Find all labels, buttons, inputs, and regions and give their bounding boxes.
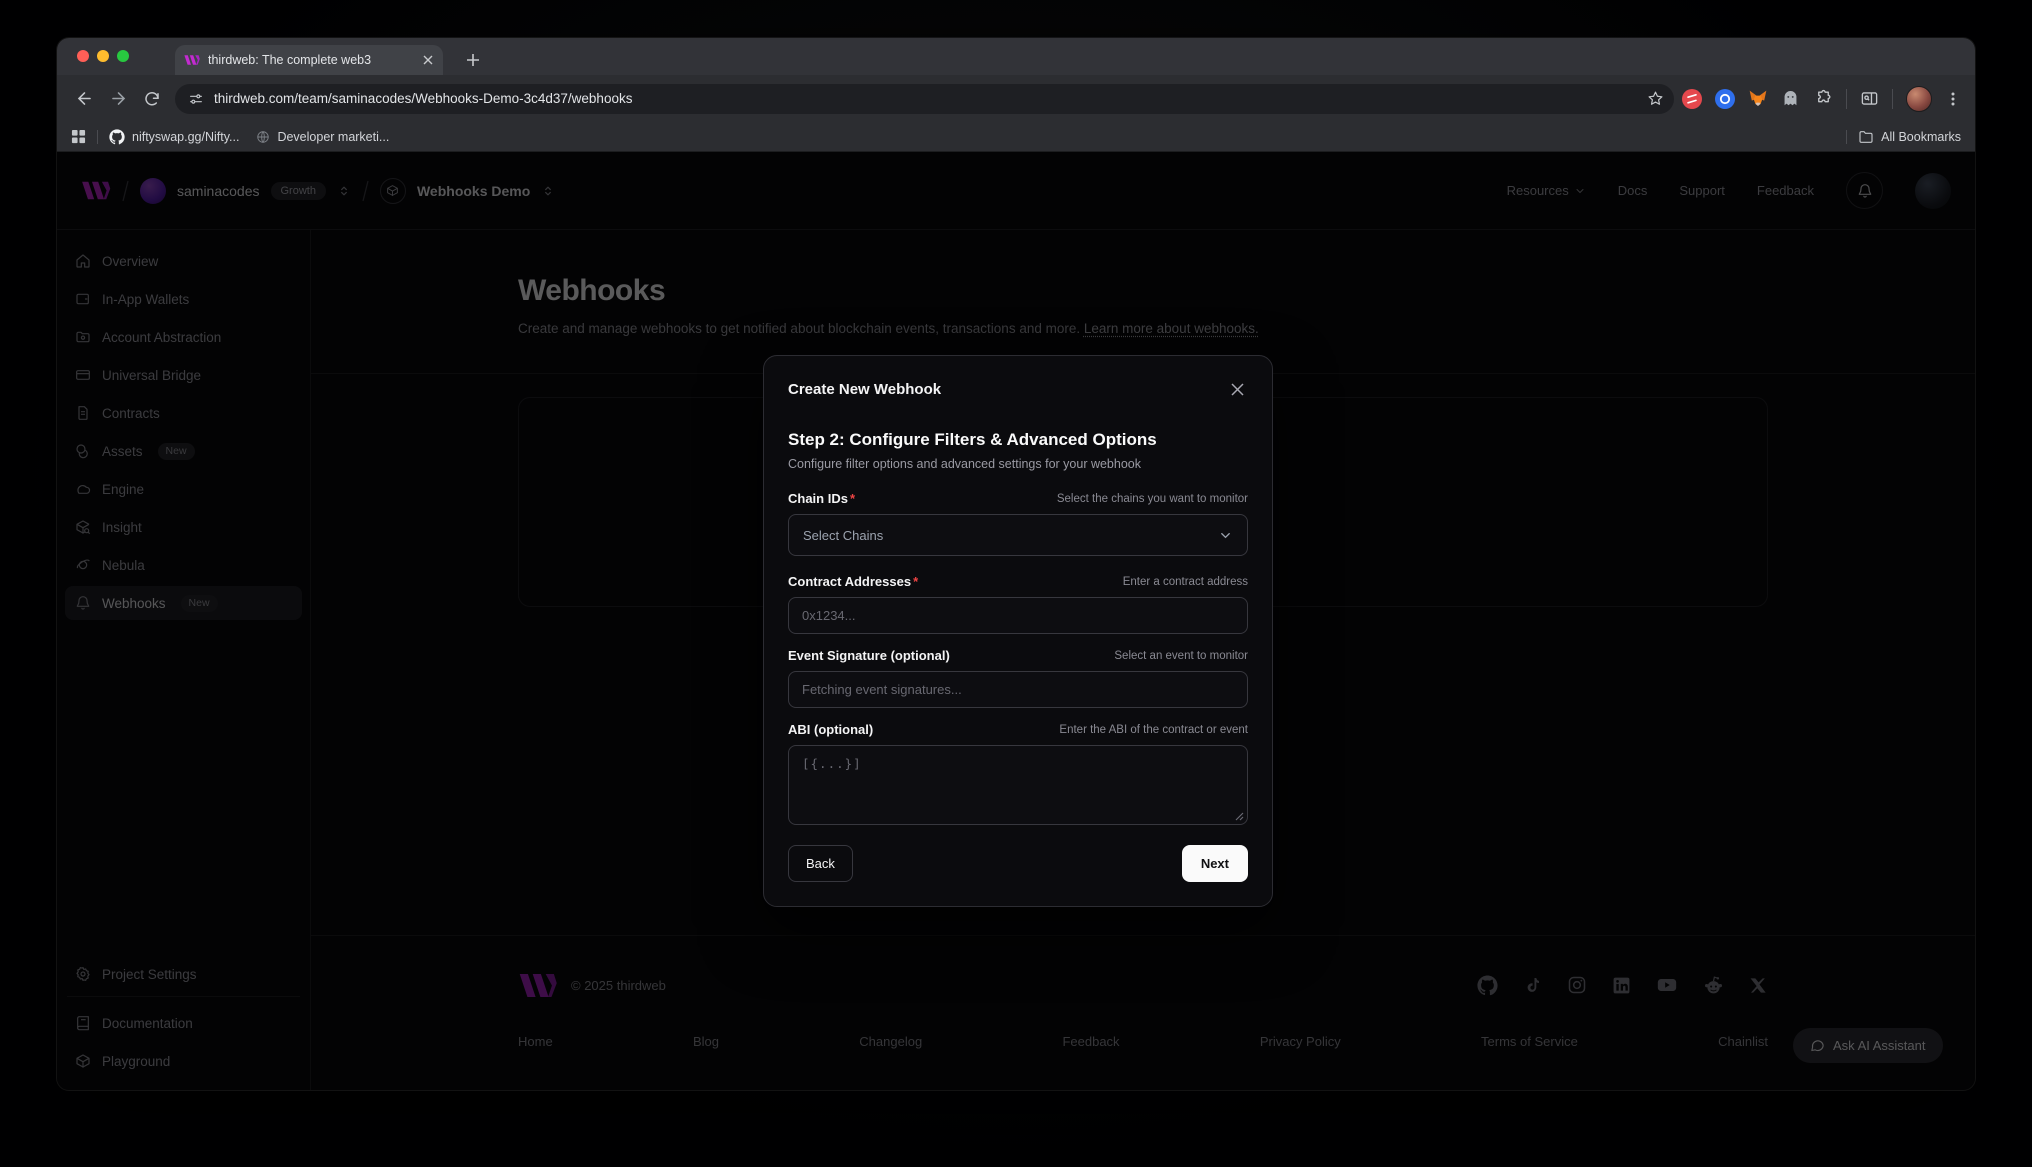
close-icon[interactable] xyxy=(1226,378,1248,400)
required-marker: * xyxy=(850,491,855,506)
browser-menu-icon[interactable] xyxy=(1945,91,1961,107)
abi-label: ABI (optional) xyxy=(788,722,873,737)
required-marker: * xyxy=(913,574,918,589)
github-icon xyxy=(109,129,125,145)
ghost-wallet-icon[interactable] xyxy=(1781,89,1801,109)
browser-toolbar: thirdweb.com/team/saminacodes/Webhooks-D… xyxy=(57,75,1975,122)
contract-addresses-hint: Enter a contract address xyxy=(1123,576,1248,588)
step-title: Step 2: Configure Filters & Advanced Opt… xyxy=(788,430,1248,450)
thirdweb-favicon-icon xyxy=(184,52,200,68)
page-viewport: saminacodes Growth Webhooks Demo Re xyxy=(57,152,1975,1090)
create-webhook-modal: Create New Webhook Step 2: Configure Fil… xyxy=(763,355,1273,907)
event-signature-hint: Select an event to monitor xyxy=(1114,650,1248,662)
extensions-puzzle-icon[interactable] xyxy=(1814,89,1833,108)
new-tab-button[interactable] xyxy=(459,46,487,74)
select-chains-dropdown[interactable]: Select Chains xyxy=(788,514,1248,556)
bookmarks-bar: niftyswap.gg/Nifty... Developer marketi.… xyxy=(57,122,1975,152)
folder-icon xyxy=(1858,129,1874,145)
extensions-area xyxy=(1682,86,1965,112)
chain-ids-label: Chain IDs* xyxy=(788,491,855,506)
next-button[interactable]: Next xyxy=(1182,845,1248,882)
resize-grip-icon[interactable] xyxy=(1235,812,1244,821)
all-bookmarks-label: All Bookmarks xyxy=(1881,130,1961,144)
bookmarks-divider xyxy=(1846,130,1847,144)
tab-title: thirdweb: The complete web3 xyxy=(208,53,414,67)
chain-ids-hint: Select the chains you want to monitor xyxy=(1057,493,1248,505)
browser-window: thirdweb: The complete web3 thirdweb.com… xyxy=(57,38,1975,1090)
side-panel-icon[interactable] xyxy=(1860,89,1879,108)
bookmark-label: niftyswap.gg/Nifty... xyxy=(132,130,239,144)
extension-red-icon[interactable] xyxy=(1682,89,1702,109)
abi-hint: Enter the ABI of the contract or event xyxy=(1059,724,1248,736)
contract-addresses-input[interactable] xyxy=(788,597,1248,634)
globe-icon xyxy=(256,130,270,144)
close-window-button[interactable] xyxy=(77,50,89,62)
traffic-lights xyxy=(77,50,129,62)
apps-grid-icon[interactable] xyxy=(71,129,86,144)
modal-title: Create New Webhook xyxy=(788,381,941,398)
url-text[interactable]: thirdweb.com/team/saminacodes/Webhooks-D… xyxy=(214,91,1632,106)
abi-textarea[interactable] xyxy=(788,745,1248,825)
toolbar-divider xyxy=(1892,89,1893,109)
bookmark-item[interactable]: niftyswap.gg/Nifty... xyxy=(109,129,239,145)
bookmarks-divider xyxy=(97,130,98,144)
metamask-icon[interactable] xyxy=(1748,89,1768,109)
toolbar-divider xyxy=(1846,89,1847,109)
bookmark-label: Developer marketi... xyxy=(277,130,389,144)
site-controls-icon[interactable] xyxy=(188,91,204,107)
event-signature-label: Event Signature (optional) xyxy=(788,648,950,663)
chevron-down-icon xyxy=(1218,528,1233,543)
back-button[interactable] xyxy=(67,82,101,116)
extension-blue-icon[interactable] xyxy=(1715,89,1735,109)
url-bar[interactable]: thirdweb.com/team/saminacodes/Webhooks-D… xyxy=(175,84,1674,114)
browser-profile-avatar[interactable] xyxy=(1906,86,1932,112)
bookmark-item[interactable]: Developer marketi... xyxy=(256,130,389,144)
zoom-window-button[interactable] xyxy=(117,50,129,62)
tab-close-icon[interactable] xyxy=(422,54,434,66)
forward-button[interactable] xyxy=(101,82,135,116)
step-subtitle: Configure filter options and advanced se… xyxy=(788,457,1248,471)
minimize-window-button[interactable] xyxy=(97,50,109,62)
bookmark-star-icon[interactable] xyxy=(1642,86,1668,112)
back-button[interactable]: Back xyxy=(788,845,853,882)
reload-button[interactable] xyxy=(135,82,169,116)
all-bookmarks-button[interactable]: All Bookmarks xyxy=(1858,129,1961,145)
contract-addresses-label: Contract Addresses* xyxy=(788,574,918,589)
browser-tab[interactable]: thirdweb: The complete web3 xyxy=(175,45,443,75)
event-signature-input[interactable] xyxy=(788,671,1248,708)
tab-strip: thirdweb: The complete web3 xyxy=(57,38,1975,75)
